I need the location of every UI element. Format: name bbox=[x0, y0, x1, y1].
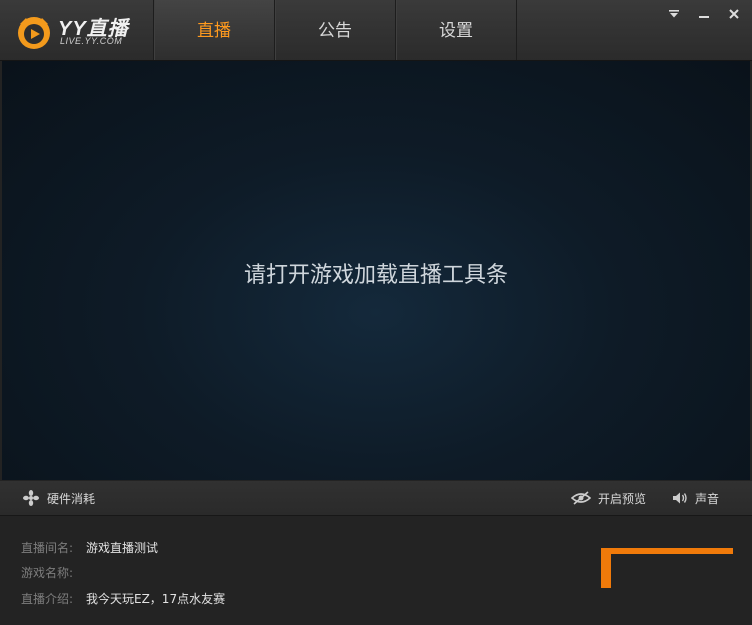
logo-subtitle: LIVE.YY.COM bbox=[60, 36, 123, 46]
introduction-label: 直播介绍: bbox=[21, 592, 74, 606]
preview-toolbar: 硬件消耗 开启预览 声音 bbox=[0, 481, 752, 516]
tab-announcement[interactable]: 公告 bbox=[274, 0, 395, 60]
yy-live-window: YY直播 LIVE.YY.COM 直播 公告 设置 请打开游戏加载直播工具条 硬… bbox=[0, 0, 752, 625]
close-button[interactable] bbox=[726, 6, 742, 22]
minimize-icon bbox=[699, 16, 709, 18]
speaker-icon bbox=[673, 492, 687, 504]
close-icon bbox=[729, 9, 739, 19]
hardware-usage-button[interactable]: 硬件消耗 bbox=[22, 481, 95, 515]
room-name-value: 游戏直播测试 bbox=[86, 541, 159, 555]
hardware-usage-label: 硬件消耗 bbox=[47, 491, 96, 506]
top-bar: YY直播 LIVE.YY.COM 直播 公告 设置 bbox=[0, 0, 752, 61]
start-live-bracket-shape[interactable] bbox=[601, 548, 733, 588]
menu-dropdown-button[interactable] bbox=[666, 6, 682, 22]
game-name-label: 游戏名称: bbox=[21, 566, 74, 580]
info-row-game-name: 游戏名称: bbox=[21, 564, 86, 581]
info-row-room-name: 直播间名: 游戏直播测试 bbox=[21, 539, 158, 556]
yy-logo-icon bbox=[18, 17, 50, 49]
tab-live[interactable]: 直播 bbox=[153, 0, 274, 60]
eye-hidden-icon bbox=[571, 491, 591, 505]
introduction-value: 我今天玩EZ，17点水友赛 bbox=[86, 592, 226, 606]
fan-icon bbox=[23, 490, 39, 506]
menu-triangle-icon bbox=[669, 10, 679, 18]
preview-toggle-button[interactable]: 开启预览 bbox=[571, 481, 646, 515]
minimize-button[interactable] bbox=[696, 6, 712, 22]
logo: YY直播 LIVE.YY.COM bbox=[16, 12, 146, 52]
preview-message: 请打开游戏加载直播工具条 bbox=[243, 263, 508, 288]
main-tabs: 直播 公告 设置 bbox=[153, 0, 517, 60]
preview-toggle-label: 开启预览 bbox=[598, 491, 647, 506]
sound-button[interactable]: 声音 bbox=[672, 481, 719, 515]
sound-label: 声音 bbox=[695, 491, 720, 506]
info-row-introduction: 直播介绍: 我今天玩EZ，17点水友赛 bbox=[21, 590, 225, 607]
live-preview-area: 请打开游戏加载直播工具条 bbox=[2, 61, 750, 480]
tab-settings[interactable]: 设置 bbox=[395, 0, 517, 60]
room-name-label: 直播间名: bbox=[21, 541, 74, 555]
window-controls bbox=[666, 6, 742, 22]
